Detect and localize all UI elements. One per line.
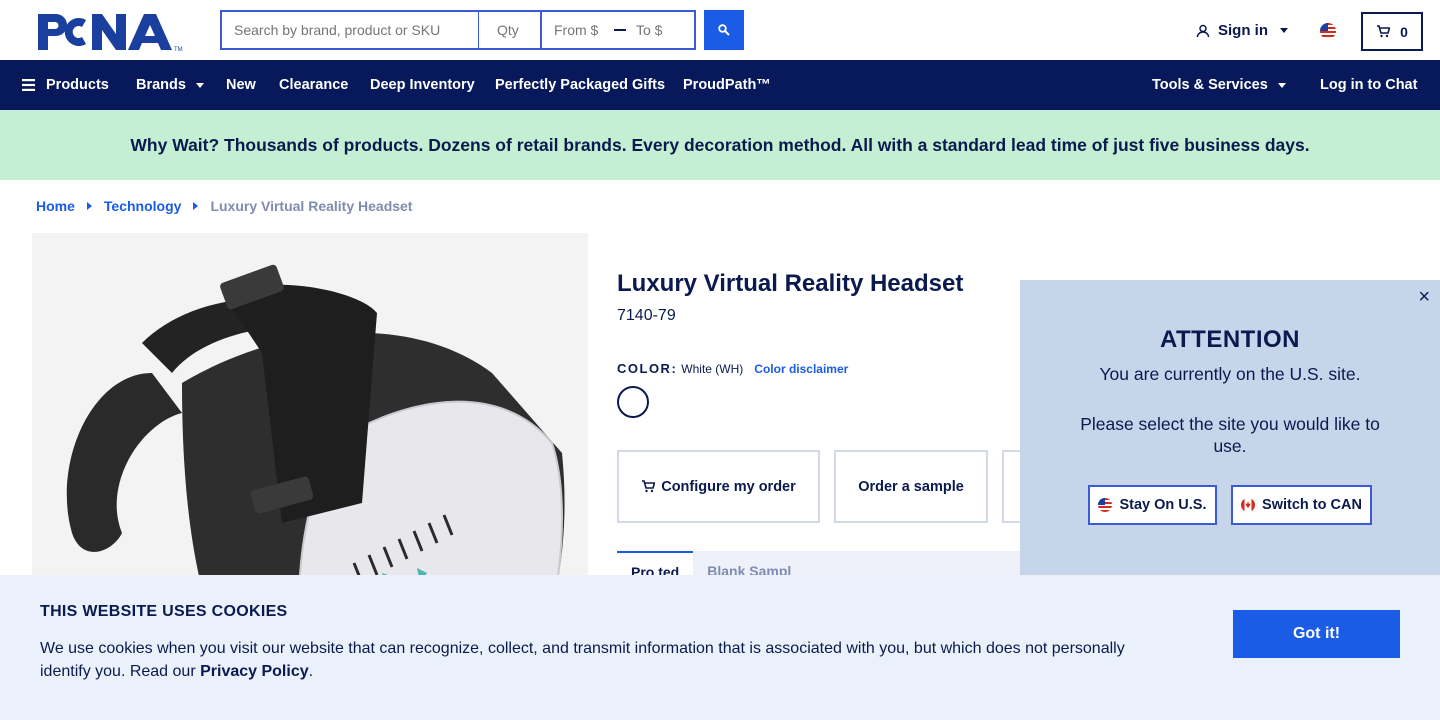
canada-flag-icon [1241, 498, 1256, 512]
modal-text-select: Please select the site you would like to… [1080, 414, 1380, 456]
nav-brands[interactable]: Brands [136, 60, 204, 110]
svg-text:TM: TM [174, 47, 183, 52]
order-sample-button[interactable]: Order a sample [834, 450, 988, 523]
color-value: White (WH) [681, 362, 744, 376]
pcna-logo[interactable]: TM [36, 12, 184, 52]
price-dash [614, 29, 626, 31]
color-disclaimer-link[interactable]: Color disclaimer [754, 362, 848, 376]
nav-products[interactable]: Products [22, 60, 109, 110]
chevron-down-icon [1277, 82, 1286, 88]
nav-tools-label: Tools & Services [1152, 77, 1268, 93]
stay-us-button[interactable]: Stay On U.S. [1088, 485, 1217, 525]
configure-order-label: Configure my order [661, 478, 796, 495]
cart-icon [642, 480, 656, 493]
nav-new-label: New [226, 77, 256, 93]
search-icon [718, 24, 730, 36]
user-icon [1196, 24, 1210, 37]
page: TM Sign in [0, 0, 1440, 720]
chevron-down-icon [1280, 28, 1288, 33]
search-button[interactable] [704, 10, 744, 50]
breadcrumb-home[interactable]: Home [36, 198, 75, 214]
search-group [220, 10, 744, 50]
menu-icon [22, 79, 35, 91]
cookie-accept-button[interactable]: Got it! [1233, 610, 1400, 658]
nav-chat-label: Log in to Chat [1320, 77, 1418, 93]
breadcrumb-current: Luxury Virtual Reality Headset [210, 198, 413, 214]
chevron-down-icon [195, 82, 204, 88]
breadcrumb-arrow-icon [86, 202, 92, 210]
nav-gifts[interactable]: Perfectly Packaged Gifts [495, 60, 665, 110]
price-from-input[interactable] [542, 22, 612, 38]
privacy-policy-link[interactable]: Privacy Policy [200, 663, 309, 680]
nav-proudpath[interactable]: ProudPath™ [683, 60, 771, 110]
product-title: Luxury Virtual Reality Headset [617, 270, 964, 297]
nav-clearance[interactable]: Clearance [279, 60, 348, 110]
breadcrumb-arrow-icon [193, 202, 199, 210]
promo-banner: Why Wait? Thousands of products. Dozens … [0, 110, 1440, 180]
search-input[interactable] [220, 10, 478, 50]
site-header: TM Sign in [0, 0, 1440, 60]
price-to-input[interactable] [628, 22, 692, 38]
configure-order-button[interactable]: Configure my order [617, 450, 820, 523]
price-range [540, 10, 696, 50]
nav-deep-inventory-label: Deep Inventory [370, 77, 475, 93]
color-label: COLOR: [617, 361, 678, 376]
signin-label: Sign in [1218, 22, 1268, 39]
qty-input[interactable] [478, 10, 540, 50]
nav-deep-inventory[interactable]: Deep Inventory [370, 60, 475, 110]
promo-text: Why Wait? Thousands of products. Dozens … [130, 134, 1310, 155]
signin-menu[interactable]: Sign in [1196, 22, 1288, 39]
breadcrumb-technology[interactable]: Technology [104, 198, 182, 214]
close-icon[interactable]: × [1418, 286, 1430, 309]
switch-can-button[interactable]: Switch to CAN [1231, 485, 1372, 525]
nav-gifts-label: Perfectly Packaged Gifts [495, 77, 666, 93]
modal-heading: ATTENTION [1159, 326, 1301, 353]
color-swatch-white[interactable] [617, 386, 649, 418]
nav-clearance-label: Clearance [279, 77, 349, 93]
cookie-period: . [308, 663, 314, 680]
nav-new[interactable]: New [226, 60, 256, 110]
nav-proudpath-label: ProudPath™ [683, 77, 771, 93]
order-sample-label: Order a sample [858, 478, 964, 495]
color-row: COLOR: White (WH) Color disclaimer [617, 361, 848, 376]
nav-tools[interactable]: Tools & Services [1152, 60, 1286, 110]
breadcrumb: Home Technology Luxury Virtual Reality H… [36, 198, 412, 214]
region-modal: × ATTENTION You are currently on the U.S… [1020, 280, 1440, 580]
cart-button[interactable]: 0 [1361, 12, 1423, 51]
nav-chat[interactable]: Log in to Chat [1320, 60, 1417, 110]
modal-text-current-site: You are currently on the U.S. site. [1099, 364, 1361, 384]
cart-icon [1377, 25, 1391, 38]
cookie-banner: THIS WEBSITE USES COOKIES We use cookies… [0, 575, 1440, 720]
us-flag-icon [1098, 498, 1113, 512]
nav-products-label: Products [46, 77, 109, 93]
product-sku: 7140-79 [617, 307, 676, 324]
cart-count: 0 [1400, 23, 1408, 40]
us-flag-icon[interactable] [1320, 23, 1336, 39]
switch-can-label: Switch to CAN [1262, 497, 1362, 513]
cookie-title: THIS WEBSITE USES COOKIES [40, 603, 288, 620]
nav-brands-label: Brands [136, 77, 186, 93]
main-nav: Products Brands New Clearance Deep Inven… [0, 60, 1440, 110]
cookie-text: We use cookies when you visit our websit… [40, 637, 1160, 683]
stay-us-label: Stay On U.S. [1119, 497, 1207, 513]
